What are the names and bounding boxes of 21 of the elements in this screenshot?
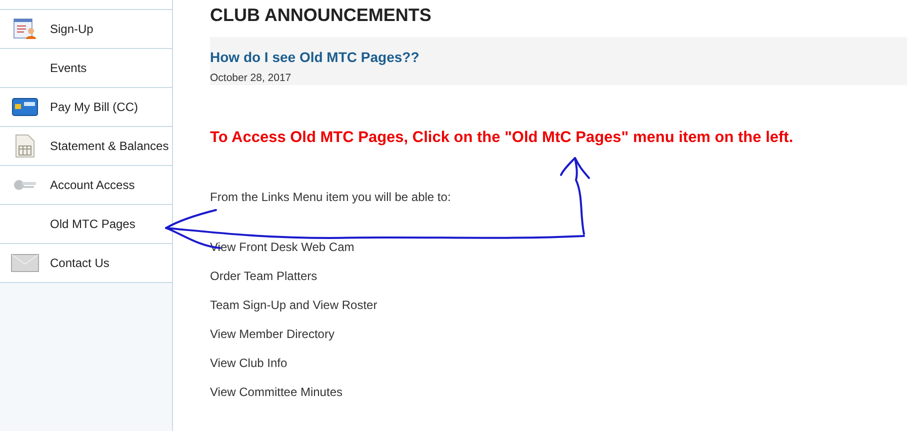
link-list-item: Order Team Platters [210, 269, 318, 283]
intro-text: From the Links Menu item you will be able to: [210, 189, 451, 205]
form-icon [13, 18, 37, 40]
sidebar-item[interactable]: Events [0, 49, 172, 88]
sidebar-item[interactable]: Statement & Balances [0, 127, 172, 166]
credit-card-icon [12, 98, 38, 116]
notice-text: To Access Old MTC Pages, Click on the "Old MtC Pages" menu item on the left. [210, 129, 794, 147]
sidebar-item[interactable]: Pay My Bill (CC) [0, 88, 172, 127]
sidebar-item[interactable]: Contact Us [0, 244, 172, 283]
link-list-item: View Member Directory [210, 327, 334, 341]
announcement-title[interactable]: How do I see Old MTC Pages?? [210, 48, 420, 66]
section-heading: CLUB ANNOUNCEMENTS [210, 5, 432, 27]
envelope-icon [11, 254, 39, 272]
sidebar-item[interactable]: Sign-Up [0, 10, 172, 49]
date-text: October 28, 2017 [210, 72, 292, 84]
link-list-item: View Club Info [210, 356, 288, 370]
link-list-item: View Committee Minutes [210, 385, 342, 399]
sidebar-item[interactable]: Old MTC Pages [0, 205, 172, 244]
document-icon [15, 134, 35, 158]
link-list-item: Team Sign-Up and View Roster [210, 298, 378, 312]
sidebar-item[interactable]: Account Access [0, 166, 172, 205]
